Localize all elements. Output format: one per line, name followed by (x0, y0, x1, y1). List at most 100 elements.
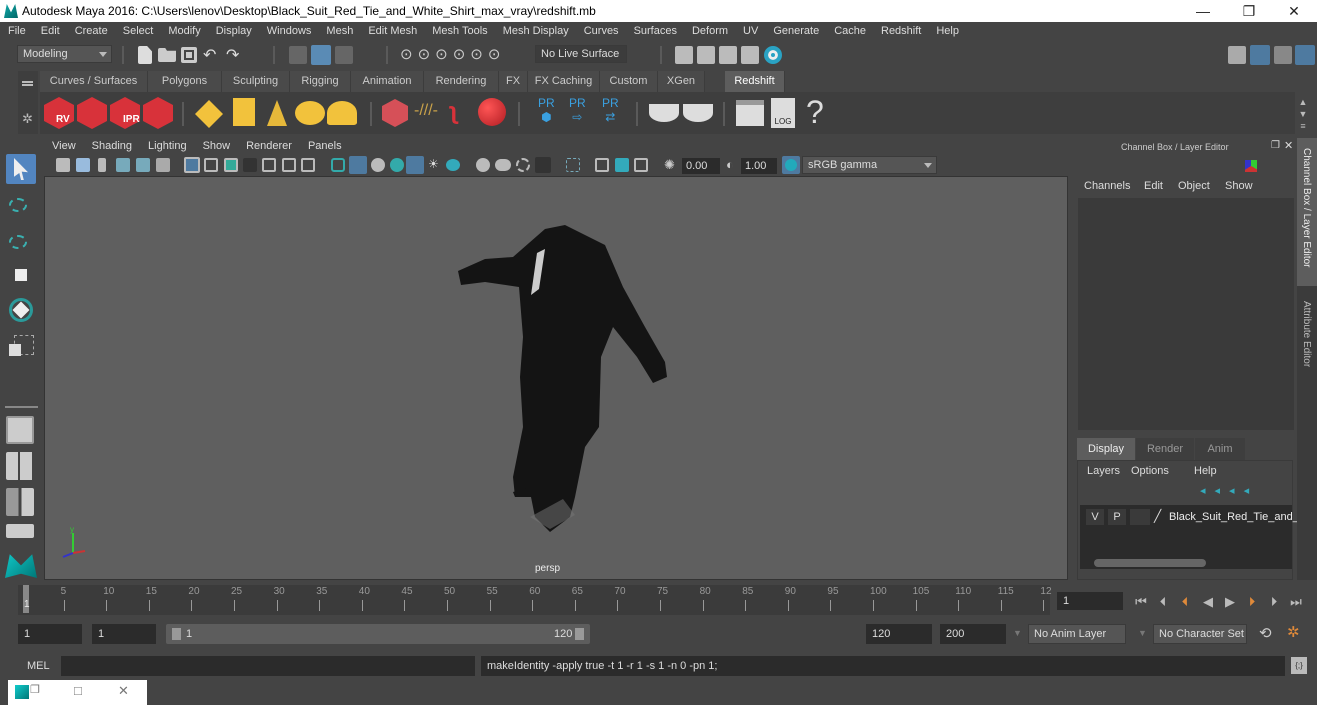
tool-settings-toggle-icon[interactable] (1274, 46, 1292, 64)
tab-attribute-editor[interactable]: Attribute Editor (1297, 293, 1317, 388)
gamma-field[interactable]: 1.00 (741, 158, 777, 174)
menu-edit[interactable]: Edit (33, 22, 67, 37)
menu-create[interactable]: Create (67, 22, 115, 37)
shelf-menu-icon[interactable] (22, 81, 33, 83)
anti-aliasing-icon[interactable] (516, 158, 530, 172)
outliner-persp-layout-icon[interactable] (6, 488, 34, 516)
go-to-end-button[interactable]: ⏭ (1285, 594, 1307, 610)
2d-pan-zoom-icon[interactable] (136, 158, 150, 172)
rotate-tool-icon[interactable] (6, 295, 36, 325)
panel-menu-view[interactable]: View (44, 138, 84, 152)
tab-anim[interactable]: Anim (1195, 438, 1245, 460)
panel-menu-show[interactable]: Show (195, 138, 239, 152)
portal-light-icon[interactable] (233, 98, 255, 126)
play-backwards-button[interactable]: ◀ (1197, 594, 1219, 610)
restore-small-icon[interactable]: ❐ (30, 683, 40, 696)
tab-curves-surfaces[interactable]: Curves / Surfaces (40, 71, 148, 92)
color-management-toggle-icon[interactable] (782, 156, 800, 174)
minimized-window-bar[interactable]: ❐ □ ✕ (8, 680, 147, 705)
bookmark-icon[interactable] (98, 158, 106, 172)
tab-xgen[interactable]: XGen (658, 71, 705, 92)
tab-redshift[interactable]: Redshift (725, 71, 785, 92)
layer-buttons[interactable]: ◂◂◂◂ (1200, 484, 1258, 497)
script-editor-button-icon[interactable]: {;} (1291, 657, 1307, 674)
animation-preferences-icon[interactable]: ✲ (1287, 623, 1300, 641)
close-panel-icon[interactable]: ✕ (1284, 139, 1293, 152)
layer-visibility-toggle[interactable]: V (1086, 509, 1104, 525)
panel-menu-lighting[interactable]: Lighting (140, 138, 195, 152)
show-menu[interactable]: Show (1225, 180, 1253, 192)
step-forward-frame-button[interactable]: ⏵ (1263, 594, 1285, 610)
menu-modify[interactable]: Modify (160, 22, 207, 37)
help-icon[interactable]: ? (806, 94, 824, 131)
view-transform-dropdown[interactable]: sRGB gamma (802, 156, 937, 174)
render-settings-icon[interactable] (741, 46, 759, 64)
menu-help[interactable]: Help (928, 22, 966, 37)
animation-start-field[interactable]: 1 (18, 624, 82, 644)
tab-animation[interactable]: Animation (351, 71, 424, 92)
volume-icon[interactable]: ʅ (450, 98, 458, 126)
select-by-hierarchy-icon[interactable] (289, 46, 307, 64)
mode-selector[interactable]: Modeling (17, 45, 112, 63)
playback-end-field[interactable]: 120 (866, 624, 932, 644)
tab-rigging[interactable]: Rigging (290, 71, 351, 92)
menu-uv[interactable]: UV (735, 22, 765, 37)
single-perspective-layout-icon[interactable] (6, 416, 34, 444)
redshift-render-settings-icon[interactable] (143, 97, 173, 129)
animation-end-field[interactable]: 200 (940, 624, 1006, 644)
undo-icon[interactable]: ↶ (203, 45, 216, 65)
wireframe-on-shaded-icon[interactable] (371, 158, 385, 172)
step-forward-key-button[interactable]: ⏵ (1241, 594, 1263, 610)
bake-single-icon[interactable] (683, 104, 713, 122)
attribute-editor-toggle-icon[interactable] (1250, 45, 1270, 65)
pr-export-icon[interactable]: PR ⇨ (569, 96, 586, 124)
modeling-toolkit-icon[interactable] (1228, 46, 1246, 64)
layer-type-toggle[interactable] (1130, 509, 1150, 525)
log-file-icon[interactable]: LOG (771, 98, 795, 128)
persp-graph-layout-icon[interactable] (6, 524, 34, 538)
tab-channel-box-layer-editor[interactable]: Channel Box / Layer Editor (1297, 138, 1317, 286)
close-button[interactable]: ✕ (1271, 0, 1317, 22)
open-scene-icon[interactable] (158, 48, 176, 62)
options-menu[interactable]: Options (1131, 465, 1169, 477)
menu-deform[interactable]: Deform (684, 22, 735, 37)
image-plane-icon[interactable] (116, 158, 130, 172)
dome-light-icon[interactable] (295, 101, 325, 125)
snap-icons[interactable]: ⊙⊙⊙⊙⊙⊙ (400, 45, 505, 63)
exposure-field[interactable]: 0.00 (682, 158, 720, 174)
gate-mask-icon[interactable] (243, 158, 257, 172)
help-menu[interactable]: Help (1194, 465, 1217, 477)
smooth-shade-icon[interactable] (349, 156, 367, 174)
xray-joints-icon[interactable] (595, 158, 609, 172)
resolution-gate-icon[interactable] (224, 158, 238, 172)
tab-render[interactable]: Render (1136, 438, 1194, 460)
field-chart-icon[interactable] (262, 158, 276, 172)
menu-mesh[interactable]: Mesh (318, 22, 360, 37)
shelf-settings-gear-icon[interactable]: ✲ (22, 111, 33, 127)
save-scene-icon[interactable] (181, 47, 197, 63)
menu-cache[interactable]: Cache (826, 22, 873, 37)
material-ball-icon[interactable] (478, 98, 506, 126)
isolate-select-icon[interactable] (566, 158, 580, 172)
menu-select[interactable]: Select (115, 22, 161, 37)
menu-surfaces[interactable]: Surfaces (626, 22, 684, 37)
hypershade-icon[interactable] (764, 46, 782, 64)
tab-polygons[interactable]: Polygons (148, 71, 222, 92)
range-slider[interactable]: 1 120 (166, 624, 590, 644)
script-editor-icon[interactable] (736, 100, 764, 126)
redo-icon[interactable]: ↷ (226, 45, 239, 65)
layer-horizontal-scrollbar[interactable] (1094, 559, 1206, 567)
panel-menu-shading[interactable]: Shading (84, 138, 140, 152)
select-by-component-icon[interactable] (335, 46, 353, 64)
pr-object-icon[interactable]: PR ⬢ (538, 96, 555, 124)
anim-layer-dropdown[interactable]: No Anim Layer (1028, 624, 1126, 644)
grease-pencil-icon[interactable] (156, 158, 170, 172)
redshift-render-sequence-icon[interactable] (77, 97, 107, 129)
range-start-handle[interactable] (172, 628, 181, 640)
shelf-scroll-buttons[interactable]: ▲ ▼ ≡ (1297, 96, 1309, 132)
screen-space-ao-icon[interactable] (476, 158, 490, 172)
character-set-dropdown[interactable]: No Character Set (1153, 624, 1247, 644)
use-all-lights-icon[interactable]: ☀ (428, 157, 439, 171)
current-frame-field[interactable]: 1 (1057, 592, 1123, 610)
textured-icon[interactable] (406, 156, 424, 174)
